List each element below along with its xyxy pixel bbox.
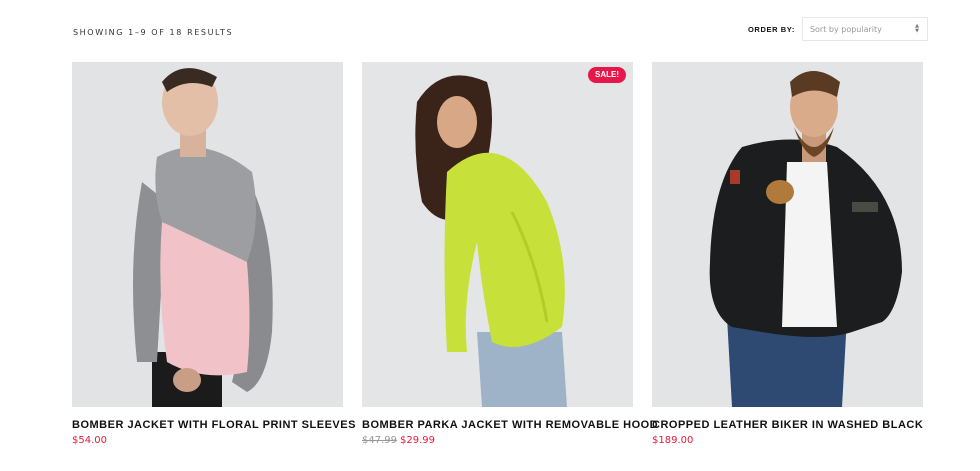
model-black-bomber-jacket-icon [652, 62, 923, 407]
product-image[interactable] [652, 62, 923, 407]
sort-select[interactable]: Sort by popularity ▲ ▼ [801, 17, 928, 41]
product-title[interactable]: CROPPED LEATHER BIKER IN WASHED BLACK [652, 419, 923, 431]
product-image[interactable] [72, 62, 343, 407]
product-card: CROPPED LEATHER BIKER IN WASHED BLACK $1… [652, 62, 923, 446]
select-arrows-icon: ▲ ▼ [915, 23, 919, 34]
product-price: $54.00 [72, 435, 343, 446]
order-by-label: ORDER BY: [748, 24, 795, 34]
product-card: BOMBER JACKET WITH FLORAL PRINT SLEEVES … [72, 62, 355, 446]
current-price: $189.00 [652, 435, 694, 446]
model-lime-knit-sweater-icon [362, 62, 633, 407]
original-price: $47.99 [362, 435, 397, 446]
sale-price: $29.99 [400, 435, 435, 446]
product-image[interactable]: SALE! [362, 62, 633, 407]
ordering: ORDER BY: Sort by popularity ▲ ▼ [748, 17, 928, 41]
current-price: $54.00 [72, 435, 107, 446]
model-pink-grey-sweatshirt-icon [72, 62, 343, 407]
product-card: SALE! BOMBER PARKA JACKET WITH REMOVABLE… [362, 62, 658, 446]
product-price: $47.99 $29.99 [362, 435, 633, 446]
product-title[interactable]: BOMBER PARKA JACKET WITH REMOVABLE HOOD [362, 419, 658, 431]
product-title[interactable]: BOMBER JACKET WITH FLORAL PRINT SLEEVES [72, 419, 355, 431]
sale-badge: SALE! [588, 67, 626, 83]
product-price: $189.00 [652, 435, 923, 446]
result-count: SHOWING 1–9 OF 18 RESULTS [73, 28, 234, 37]
sort-select-value: Sort by popularity [809, 24, 882, 34]
